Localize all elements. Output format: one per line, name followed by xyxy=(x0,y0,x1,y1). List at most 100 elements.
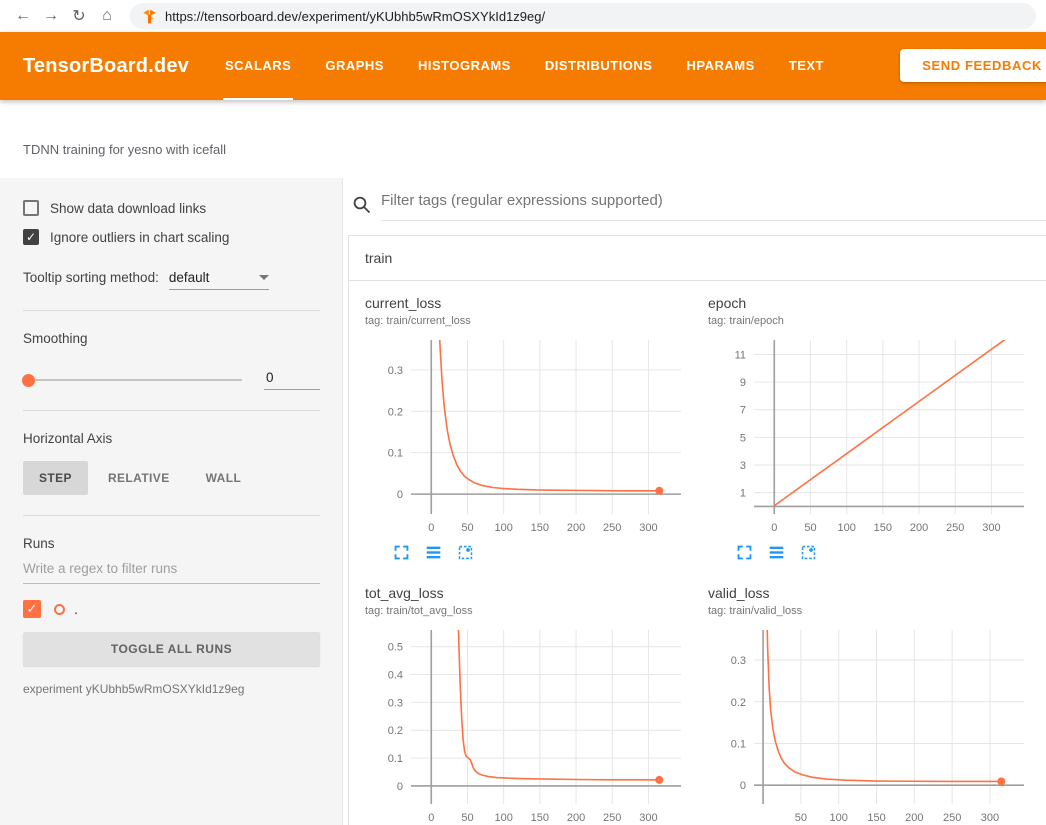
charts-grid: current_losstag: train/current_loss05010… xyxy=(349,281,1046,825)
svg-text:150: 150 xyxy=(874,522,892,534)
svg-text:0.1: 0.1 xyxy=(388,448,403,460)
slider-thumb[interactable] xyxy=(22,374,35,387)
fit-domain-icon[interactable] xyxy=(457,544,474,561)
url-text: https://tensorboard.dev/experiment/yKUbh… xyxy=(165,9,545,24)
svg-text:200: 200 xyxy=(910,522,928,534)
forward-icon[interactable]: → xyxy=(38,7,64,25)
svg-text:0.1: 0.1 xyxy=(731,738,746,750)
dropdown-value: default xyxy=(169,270,210,285)
chart-title: epoch xyxy=(708,295,1043,312)
maximize-icon[interactable] xyxy=(393,544,410,561)
runs-label: Runs xyxy=(23,536,320,551)
run-name: . xyxy=(74,601,78,617)
ignore-outliers-row[interactable]: ✓ Ignore outliers in chart scaling xyxy=(23,229,320,245)
chart-plot-current_loss[interactable]: 05010015020025030000.10.20.3 xyxy=(365,334,695,540)
svg-text:0.4: 0.4 xyxy=(388,670,403,682)
chart-plot-epoch[interactable]: 0501001502002503001357911 xyxy=(708,334,1038,540)
tooltip-sorting-row: Tooltip sorting method: default xyxy=(23,270,320,290)
horizontal-axis-buttons: STEP RELATIVE WALL xyxy=(23,461,320,495)
svg-text:1: 1 xyxy=(740,488,746,500)
tab-graphs[interactable]: GRAPHS xyxy=(325,32,384,100)
log-scale-icon[interactable] xyxy=(425,544,442,561)
smoothing-slider[interactable] xyxy=(23,379,242,381)
chart-toolbar xyxy=(708,544,1043,561)
divider xyxy=(23,310,320,311)
svg-text:200: 200 xyxy=(567,812,585,824)
tab-histograms[interactable]: HISTOGRAMS xyxy=(418,32,511,100)
svg-text:50: 50 xyxy=(461,812,473,824)
svg-text:0: 0 xyxy=(428,812,434,824)
ignore-outliers-checkbox[interactable]: ✓ xyxy=(23,229,39,245)
chart-card-epoch: epochtag: train/epoch0501001502002503001… xyxy=(708,295,1043,561)
svg-text:300: 300 xyxy=(981,812,999,824)
svg-text:200: 200 xyxy=(567,522,585,534)
back-icon[interactable]: ← xyxy=(10,7,36,25)
run-checkbox[interactable]: ✓ xyxy=(23,600,41,618)
svg-text:250: 250 xyxy=(603,812,621,824)
tooltip-sorting-dropdown[interactable]: default xyxy=(169,270,269,290)
runs-filter-input[interactable] xyxy=(23,551,320,584)
toggle-all-runs-button[interactable]: TOGGLE ALL RUNS xyxy=(23,632,320,666)
svg-text:0.3: 0.3 xyxy=(388,697,403,709)
maximize-icon[interactable] xyxy=(736,544,753,561)
reload-icon[interactable]: ↻ xyxy=(66,6,92,26)
ignore-outliers-label: Ignore outliers in chart scaling xyxy=(50,230,229,245)
svg-text:250: 250 xyxy=(943,812,961,824)
send-feedback-button[interactable]: SEND FEEDBACK xyxy=(900,49,1046,82)
axis-relative-button[interactable]: RELATIVE xyxy=(92,461,186,495)
svg-text:7: 7 xyxy=(740,405,746,417)
chart-tag: tag: train/current_loss xyxy=(365,314,700,328)
svg-text:9: 9 xyxy=(740,377,746,389)
chart-toolbar xyxy=(365,544,700,561)
axis-step-button[interactable]: STEP xyxy=(23,461,88,495)
tab-hparams[interactable]: HPARAMS xyxy=(686,32,754,100)
chart-plot-valid_loss[interactable]: 5010015020025030000.10.20.3 xyxy=(708,624,1038,825)
chart-tag: tag: train/epoch xyxy=(708,314,1043,328)
svg-text:50: 50 xyxy=(795,812,807,824)
chart-title: valid_loss xyxy=(708,585,1043,602)
chart-tag: tag: train/valid_loss xyxy=(708,604,1043,618)
chart-title: current_loss xyxy=(365,295,700,312)
show-download-checkbox[interactable] xyxy=(23,200,39,216)
tab-scalars[interactable]: SCALARS xyxy=(225,32,291,100)
svg-text:250: 250 xyxy=(946,522,964,534)
svg-text:0.3: 0.3 xyxy=(388,365,403,377)
search-icon xyxy=(352,195,372,215)
app-logo[interactable]: TensorBoard.dev xyxy=(23,55,189,78)
content: Show data download links ✓ Ignore outlie… xyxy=(0,178,1046,825)
tab-text[interactable]: TEXT xyxy=(789,32,824,100)
svg-text:5: 5 xyxy=(740,432,746,444)
show-download-links-row[interactable]: Show data download links xyxy=(23,200,320,216)
log-scale-icon[interactable] xyxy=(768,544,785,561)
tab-distributions[interactable]: DISTRIBUTIONS xyxy=(545,32,653,100)
chart-card-tot_avg_loss: tot_avg_losstag: train/tot_avg_loss05010… xyxy=(365,585,700,825)
svg-text:300: 300 xyxy=(639,522,657,534)
app-header: TensorBoard.dev SCALARS GRAPHS HISTOGRAM… xyxy=(0,32,1046,100)
chevron-down-icon xyxy=(259,275,269,280)
svg-text:0.2: 0.2 xyxy=(388,406,403,418)
browser-toolbar: ← → ↻ ⌂ https://tensorboard.dev/experime… xyxy=(0,0,1046,32)
svg-text:300: 300 xyxy=(639,812,657,824)
filter-tags-input[interactable] xyxy=(381,188,1046,221)
svg-text:0: 0 xyxy=(397,489,403,501)
train-section-card: train current_loss tag: train/current_los… xyxy=(348,235,1046,825)
experiment-id: experiment yKUbhb5wRmOSXYkId1z9eg xyxy=(23,682,320,696)
section-train-header[interactable]: train xyxy=(349,236,1046,281)
chart-plot-tot_avg_loss[interactable]: 05010015020025030000.10.20.30.40.5 xyxy=(365,624,695,825)
smoothing-label: Smoothing xyxy=(23,331,320,346)
fit-domain-icon[interactable] xyxy=(800,544,817,561)
horizontal-axis-label: Horizontal Axis xyxy=(23,431,320,446)
home-icon[interactable]: ⌂ xyxy=(94,7,120,25)
settings-sidebar: Show data download links ✓ Ignore outlie… xyxy=(0,178,343,825)
run-row[interactable]: ✓ . xyxy=(23,600,320,618)
svg-text:0.1: 0.1 xyxy=(388,753,403,765)
svg-text:0: 0 xyxy=(771,522,777,534)
svg-text:200: 200 xyxy=(905,812,923,824)
axis-wall-button[interactable]: WALL xyxy=(190,461,258,495)
chart-card-current_loss: current_losstag: train/current_loss05010… xyxy=(365,295,700,561)
page: ← → ↻ ⌂ https://tensorboard.dev/experime… xyxy=(0,0,1046,825)
smoothing-value[interactable]: 0 xyxy=(264,370,320,390)
svg-text:11: 11 xyxy=(735,350,746,362)
svg-text:150: 150 xyxy=(867,812,885,824)
address-bar[interactable]: https://tensorboard.dev/experiment/yKUbh… xyxy=(130,3,1036,29)
